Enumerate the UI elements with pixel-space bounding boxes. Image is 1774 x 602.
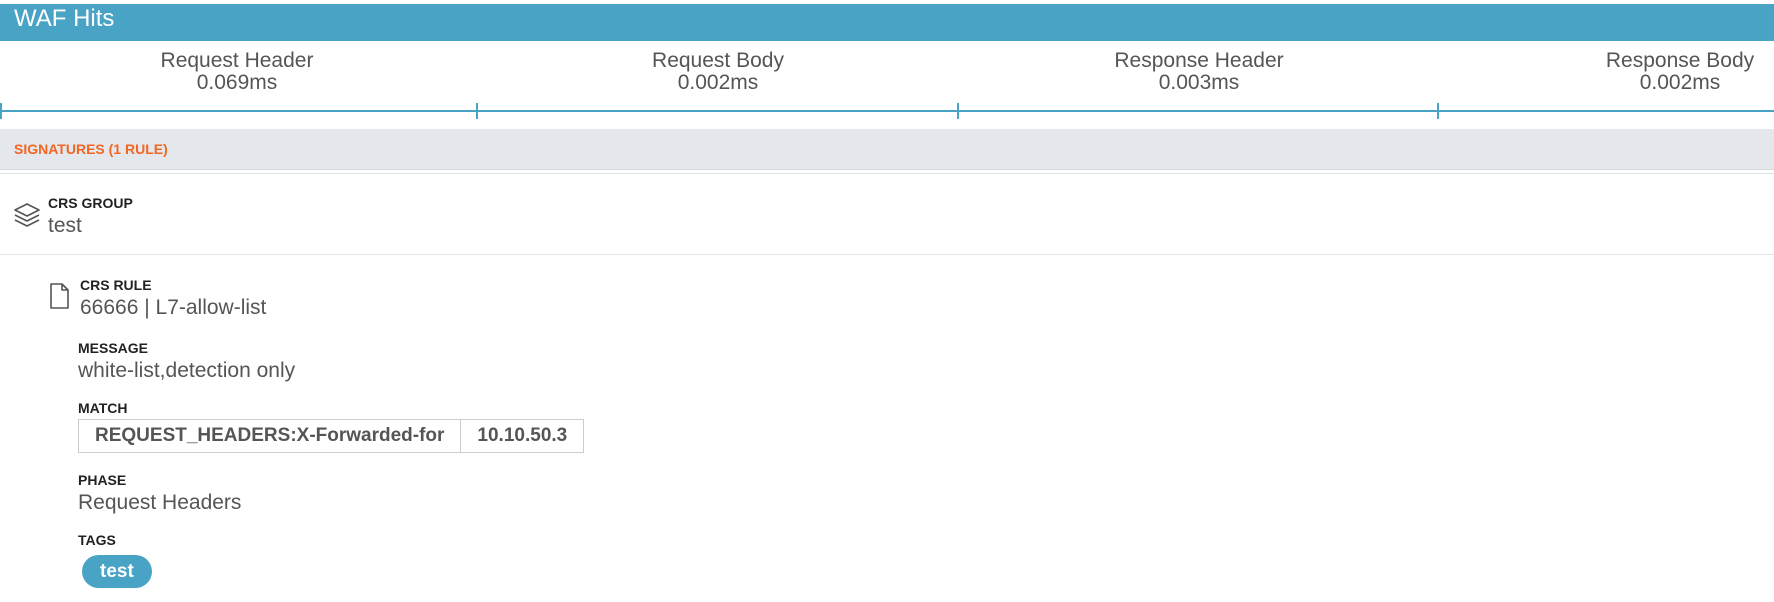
timeline-tick: [476, 103, 478, 119]
timeline-tick: [0, 103, 2, 119]
timeline-phase-request-header: Request Header 0.069ms: [87, 50, 387, 94]
crs-rule-label: CRS RULE: [80, 277, 152, 293]
waf-hits-panel: WAF Hits Request Header 0.069ms Request …: [0, 0, 1774, 602]
tag-badge[interactable]: test: [82, 555, 152, 588]
phase-label: Response Body: [1605, 49, 1755, 72]
message-label: MESSAGE: [78, 340, 149, 356]
phase-value: 0.003ms: [1158, 71, 1240, 94]
phase-label: Request Header: [160, 49, 314, 72]
phase-label: Request Body: [652, 49, 784, 72]
timeline-axis: [0, 110, 1774, 112]
phase-value: 0.069ms: [196, 71, 278, 94]
crs-group-label: CRS GROUP: [48, 195, 133, 211]
panel-title: WAF Hits: [14, 5, 115, 32]
signatures-title: SIGNATURES (1 RULE): [14, 141, 168, 157]
timeline-phase-response-body: Response Body 0.002ms: [1530, 50, 1774, 94]
crs-group-value: test: [48, 214, 82, 237]
timeline-tick: [1437, 103, 1439, 119]
phase-label: Response Header: [1114, 49, 1284, 72]
phase-value: 0.002ms: [1639, 71, 1721, 94]
phase-value: 0.002ms: [677, 71, 759, 94]
message-value: white-list,detection only: [78, 359, 296, 382]
crs-rule-value: 66666 | L7-allow-list: [80, 296, 267, 319]
match-label: MATCH: [78, 400, 128, 416]
timeline-phase-response-header: Response Header 0.003ms: [1049, 50, 1349, 94]
phase-label: PHASE: [78, 472, 127, 488]
divider: [0, 254, 1774, 255]
panel-header: WAF Hits: [0, 4, 1774, 41]
document-icon: [49, 283, 69, 314]
layers-icon: [13, 201, 41, 234]
match-value: 10.10.50.3: [460, 420, 583, 452]
match-table: REQUEST_HEADERS:X-Forwarded-for 10.10.50…: [78, 419, 585, 453]
timeline-tick: [957, 103, 959, 119]
divider: [0, 173, 1774, 174]
signatures-header: SIGNATURES (1 RULE): [0, 129, 1774, 170]
phase-value: Request Headers: [78, 491, 242, 514]
tags-label: TAGS: [78, 532, 116, 548]
match-variable: REQUEST_HEADERS:X-Forwarded-for: [95, 425, 445, 446]
timeline-phase-request-body: Request Body 0.002ms: [568, 50, 868, 94]
